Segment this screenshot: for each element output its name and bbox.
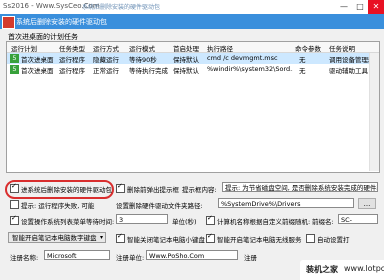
watermark-text: 系统后删除安装的硬件驱动包 [82, 4, 161, 11]
smart-wireless-checkbox[interactable]: 智能开启笔记本电脑无线服务 [206, 232, 302, 244]
column-header[interactable]: 运行计划 [11, 43, 37, 53]
smart-close-keypad-checkbox[interactable]: 智能关闭笔记本电脑小键盘 [116, 232, 205, 244]
chevron-down-icon: ▾ [99, 234, 103, 241]
table-cell: %windir%\system32\Sord... [207, 65, 293, 73]
table-cell: 无 [299, 56, 306, 64]
reg-name-input[interactable]: Microsoft [44, 250, 110, 260]
checkbox-box[interactable] [206, 232, 215, 243]
checkbox-box[interactable] [10, 200, 19, 209]
table-row[interactable]: 5 首次进桌面 运行程序 正常运行 等待执行完成 保持默认 %windir%\s… [7, 64, 379, 75]
checkbox-label: 自动设置打 [317, 236, 350, 244]
column-header[interactable]: 首启处理 [173, 43, 199, 53]
dropdown-value: 智能开启笔记本电脑数字键盘 [12, 234, 97, 242]
browse-button[interactable]: ... [358, 198, 376, 209]
checkbox-label: 设置操作系统列表菜单等待时间: [21, 218, 115, 226]
reg-unit-input[interactable]: Www.PoSho.Com [146, 250, 238, 260]
hint-failed-checkbox[interactable]: 提示: 运行程序失败, 可能 [10, 200, 94, 210]
table-cell: 调用设备管理器 [329, 56, 369, 64]
checkbox-box[interactable] [306, 234, 315, 243]
task-table[interactable]: 运行计划 任务类型 运行方式 运行模式 首启处理 执行路径 命令参数 任务说明 … [6, 41, 380, 173]
reg-extra-label: 注册 [244, 254, 257, 262]
column-header[interactable]: 运行方式 [93, 43, 119, 53]
driver-folder-input[interactable]: %SystemDrive%\Drivers [218, 198, 354, 208]
wait-time-input[interactable]: 3 [116, 214, 168, 224]
checkbox-label: 智能开启笔记本电脑无线服务 [217, 236, 302, 244]
checkbox-box[interactable] [10, 182, 19, 193]
table-cell: 等待执行完成 [129, 67, 168, 75]
checkbox-box[interactable] [116, 232, 125, 243]
table-cell: 运行程序 [59, 67, 85, 75]
prefix-label: 前缀名: [312, 218, 334, 226]
reg-name-label: 注册名称: [10, 254, 39, 262]
prefix-input[interactable]: SC- [338, 214, 378, 224]
column-header[interactable]: 任务类型 [59, 43, 85, 53]
hint-content-input[interactable]: 提示: 为节省磁盘空间, 是否删除系统安装完成的硬件驱动 [222, 182, 378, 192]
site-logo: 装机之家 www.lotpc.com [300, 260, 384, 280]
checkbox-label: 进系统后删除安装的硬件驱动包 [21, 186, 112, 194]
banner-title: 系统后删除安装的硬件驱动包 [16, 18, 107, 26]
column-header[interactable]: 执行路径 [207, 43, 233, 53]
maximize-button[interactable]: □ [352, 0, 368, 14]
table-cell: 首次进桌面 [21, 67, 54, 75]
computer-name-checkbox[interactable]: 计算机名称根据自定义前缀随机: [206, 214, 311, 226]
column-header[interactable]: 任务说明 [329, 43, 355, 53]
wait-time-unit: 单位(秒) [172, 218, 197, 226]
logo-text-cn: 装机之家 [306, 265, 338, 274]
auto-restart-checkbox[interactable]: 自动设置打 [306, 234, 350, 244]
table-cell: 驱动辅助工具 [329, 67, 368, 75]
table-cell: 正常运行 [93, 67, 119, 75]
task-number-badge: 5 [10, 65, 19, 74]
table-cell: 保持默认 [173, 67, 199, 75]
checkbox-box[interactable] [206, 214, 215, 225]
close-button[interactable]: ✕ [368, 0, 384, 14]
checkbox-label: 删除前弹出提示框 [127, 186, 179, 194]
delete-driver-pkg-checkbox[interactable]: 进系统后删除安装的硬件驱动包 [10, 182, 112, 194]
app-window: Ss2016 - Www.SysCeo.Com 系统后删除安装的硬件驱动包 — … [0, 0, 384, 280]
checkbox-label: 计算机名称根据自定义前缀随机: [217, 218, 311, 226]
checkbox-box[interactable] [116, 182, 125, 193]
table-cell: 无 [299, 67, 306, 75]
table-cell: 保持默认 [173, 56, 199, 64]
table-cell: 运行程序 [59, 56, 85, 64]
delete-before-hint-checkbox[interactable]: 删除前弹出提示框 [116, 182, 179, 194]
wait-time-checkbox[interactable]: 设置操作系统列表菜单等待时间: [10, 214, 115, 226]
logo-text-url: www.lotpc.com [344, 264, 384, 273]
hint-content-label: 提示框内容: [182, 186, 217, 194]
table-cell: 首次进桌面 [21, 56, 54, 64]
header-banner: 系统后删除安装的硬件驱动包 [0, 14, 384, 29]
table-header: 运行计划 任务类型 运行方式 运行模式 首启处理 执行路径 命令参数 任务说明 [7, 42, 379, 53]
table-cell: 隐藏运行 [93, 56, 119, 64]
app-logo-icon [2, 16, 15, 29]
title-bar: Ss2016 - Www.SysCeo.Com 系统后删除安装的硬件驱动包 — … [0, 0, 384, 15]
checkbox-box[interactable] [10, 214, 19, 225]
table-cell: cmd /c devmgmt.msc [207, 54, 278, 62]
column-header[interactable]: 运行模式 [129, 43, 155, 53]
minimize-button[interactable]: — [336, 0, 352, 14]
table-scrollbar[interactable] [369, 53, 379, 171]
driver-folder-label: 设置删除硬件驱动文件夹路径: [116, 202, 203, 210]
table-row[interactable]: 5 首次进桌面 运行程序 隐藏运行 等待90秒 保持默认 cmd /c devm… [7, 53, 379, 64]
smart-open-dropdown[interactable]: 智能开启笔记本电脑数字键盘 ▾ [8, 232, 106, 243]
checkbox-label: 智能关闭笔记本电脑小键盘 [127, 236, 205, 244]
reg-unit-label: 注册单位: [116, 254, 145, 262]
checkbox-label: 提示: 运行程序失败, 可能 [21, 202, 95, 210]
table-cell: 等待90秒 [129, 56, 157, 64]
task-number-badge: 5 [10, 54, 19, 63]
column-header[interactable]: 命令参数 [295, 43, 321, 53]
